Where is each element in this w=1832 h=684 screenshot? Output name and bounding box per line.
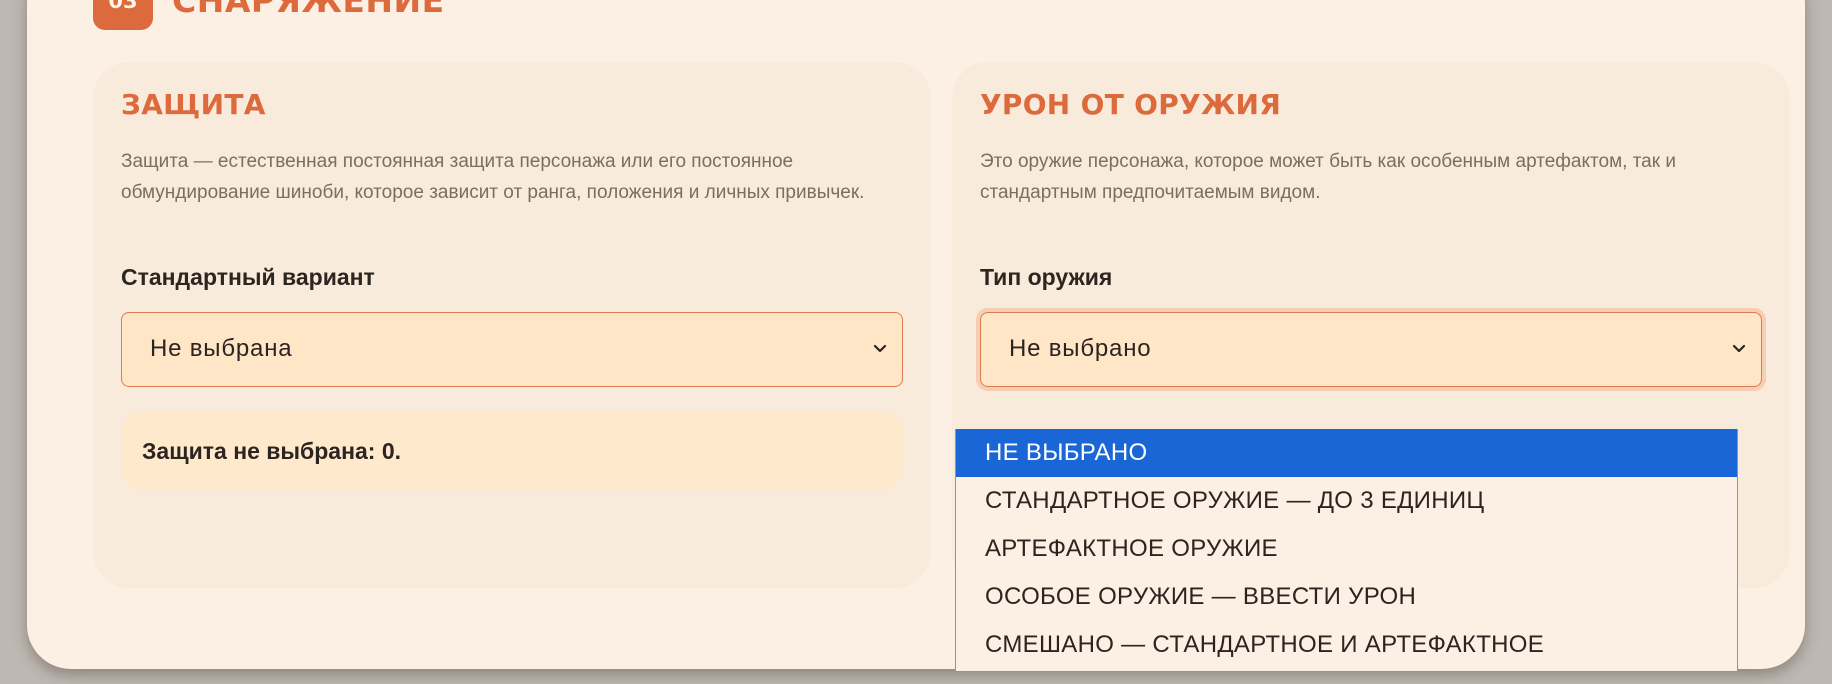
- chevron-down-icon: [1732, 344, 1746, 353]
- dropdown-option-standard[interactable]: СТАНДАРТНОЕ ОРУЖИЕ — ДО 3 ЕДИНИЦ: [956, 477, 1737, 525]
- section-header: 03 СНАРЯЖЕНИЕ: [93, 0, 445, 30]
- weapon-field-label: Тип оружия: [980, 264, 1113, 290]
- weapon-title: УРОН ОТ ОРУЖИЯ: [980, 88, 1282, 121]
- defense-select[interactable]: Не выбрана: [121, 312, 903, 387]
- defense-result-box: Защита не выбрана: 0.: [121, 412, 903, 490]
- section-title: СНАРЯЖЕНИЕ: [172, 0, 445, 20]
- defense-description: Защита — естественная постоянная защита …: [121, 151, 865, 203]
- weapon-description: Это оружие персонажа, которое может быть…: [980, 151, 1676, 203]
- defense-field-label: Стандартный вариант: [121, 264, 375, 290]
- dropdown-option-artifact[interactable]: АРТЕФАКТНОЕ ОРУЖИЕ: [956, 525, 1737, 573]
- defense-result-text: Защита не выбрана: 0.: [142, 438, 402, 464]
- weapon-type-dropdown: НЕ ВЫБРАНО СТАНДАРТНОЕ ОРУЖИЕ — ДО 3 ЕДИ…: [955, 429, 1738, 672]
- section-number-badge: 03: [93, 0, 153, 30]
- dropdown-option-special[interactable]: ОСОБОЕ ОРУЖИЕ — ВВЕСТИ УРОН: [956, 573, 1737, 621]
- weapon-select-value: Не выбрано: [1009, 335, 1152, 362]
- defense-select-value: Не выбрана: [150, 335, 293, 362]
- dropdown-option-mixed[interactable]: СМЕШАНО — СТАНДАРТНОЕ И АРТЕФАКТНОЕ: [956, 621, 1737, 669]
- chevron-down-icon: [873, 344, 887, 353]
- defense-title: ЗАЩИТА: [121, 88, 266, 121]
- dropdown-option-none[interactable]: НЕ ВЫБРАНО: [956, 429, 1737, 477]
- weapon-type-select[interactable]: Не выбрано: [980, 312, 1762, 387]
- defense-card: ЗАЩИТА Защита — естественная постоянная …: [93, 62, 931, 588]
